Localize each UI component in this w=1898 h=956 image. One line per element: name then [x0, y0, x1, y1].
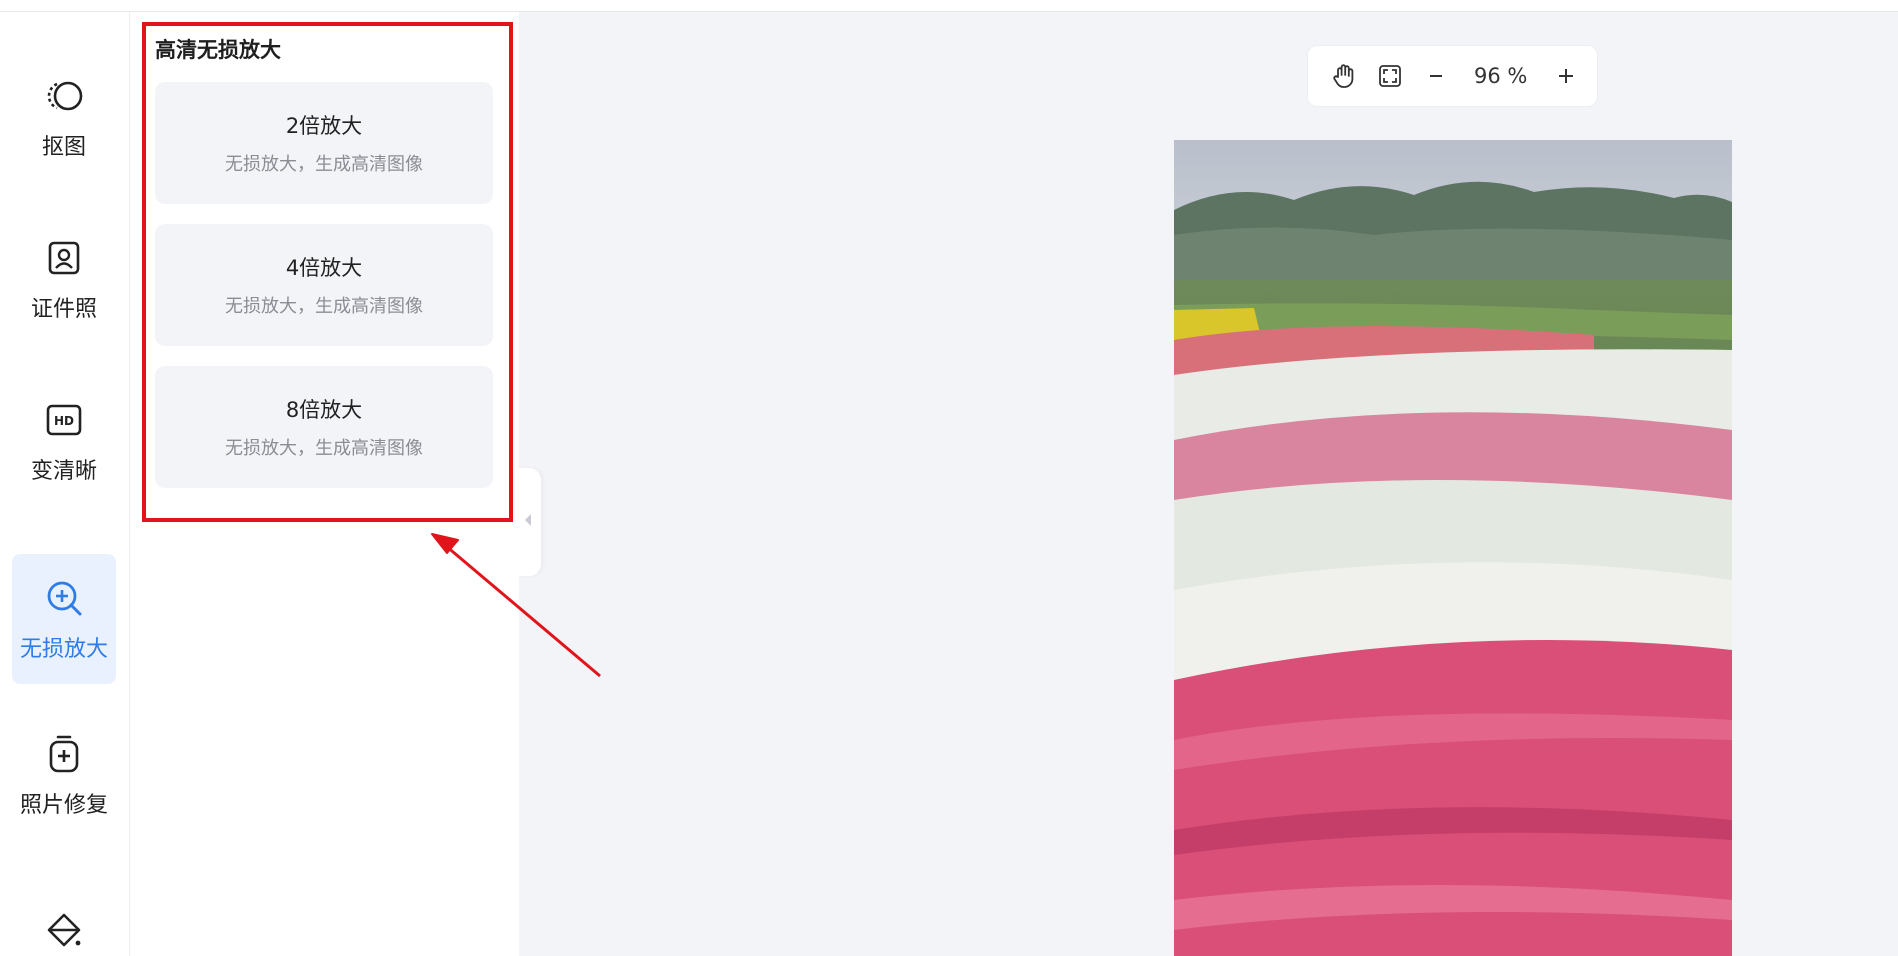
- zoom-in-icon: [41, 575, 87, 621]
- minus-icon[interactable]: [1426, 66, 1446, 86]
- zoom-level: 96 %: [1474, 64, 1528, 88]
- highlight-box: [142, 22, 513, 522]
- collapse-arrow-icon: [523, 512, 533, 532]
- nav-item-photo-repair[interactable]: 照片修复: [12, 710, 116, 840]
- nav-item-eraser[interactable]: [12, 870, 116, 956]
- eraser-icon: [41, 907, 87, 953]
- plus-icon[interactable]: [1555, 65, 1577, 87]
- nav-item-label: 抠图: [41, 135, 86, 160]
- nav-item-label: 无损放大: [19, 637, 108, 662]
- zoom-toolbar: 96 %: [1307, 45, 1598, 107]
- hand-icon[interactable]: [1330, 62, 1358, 90]
- svg-text:HD: HD: [54, 414, 74, 428]
- id-photo-icon: [41, 235, 87, 281]
- nav-item-label: 照片修复: [19, 793, 108, 818]
- fit-screen-icon[interactable]: [1376, 62, 1404, 90]
- cutout-icon: [41, 73, 87, 119]
- nav-item-id-photo[interactable]: 证件照: [12, 214, 116, 344]
- hd-icon: HD: [41, 397, 87, 443]
- top-border: [0, 0, 1898, 12]
- left-nav: 抠图 证件照 HD 变清晰 无损放大 照片修复: [0, 12, 130, 956]
- nav-item-hd[interactable]: HD 变清晰: [12, 376, 116, 506]
- nav-item-label: 变清晰: [30, 459, 97, 484]
- nav-item-upscale[interactable]: 无损放大: [12, 554, 116, 684]
- nav-item-label: 证件照: [30, 297, 97, 322]
- preview-image[interactable]: [1174, 140, 1732, 956]
- tulip-field-photo: [1174, 140, 1732, 956]
- app-window: 抠图 证件照 HD 变清晰 无损放大 照片修复 高清无损放大 2倍放大 无损放大…: [0, 0, 1898, 956]
- nav-item-cutout[interactable]: 抠图: [12, 52, 116, 182]
- photo-repair-icon: [41, 731, 87, 777]
- collapse-panel-handle[interactable]: [515, 468, 541, 576]
